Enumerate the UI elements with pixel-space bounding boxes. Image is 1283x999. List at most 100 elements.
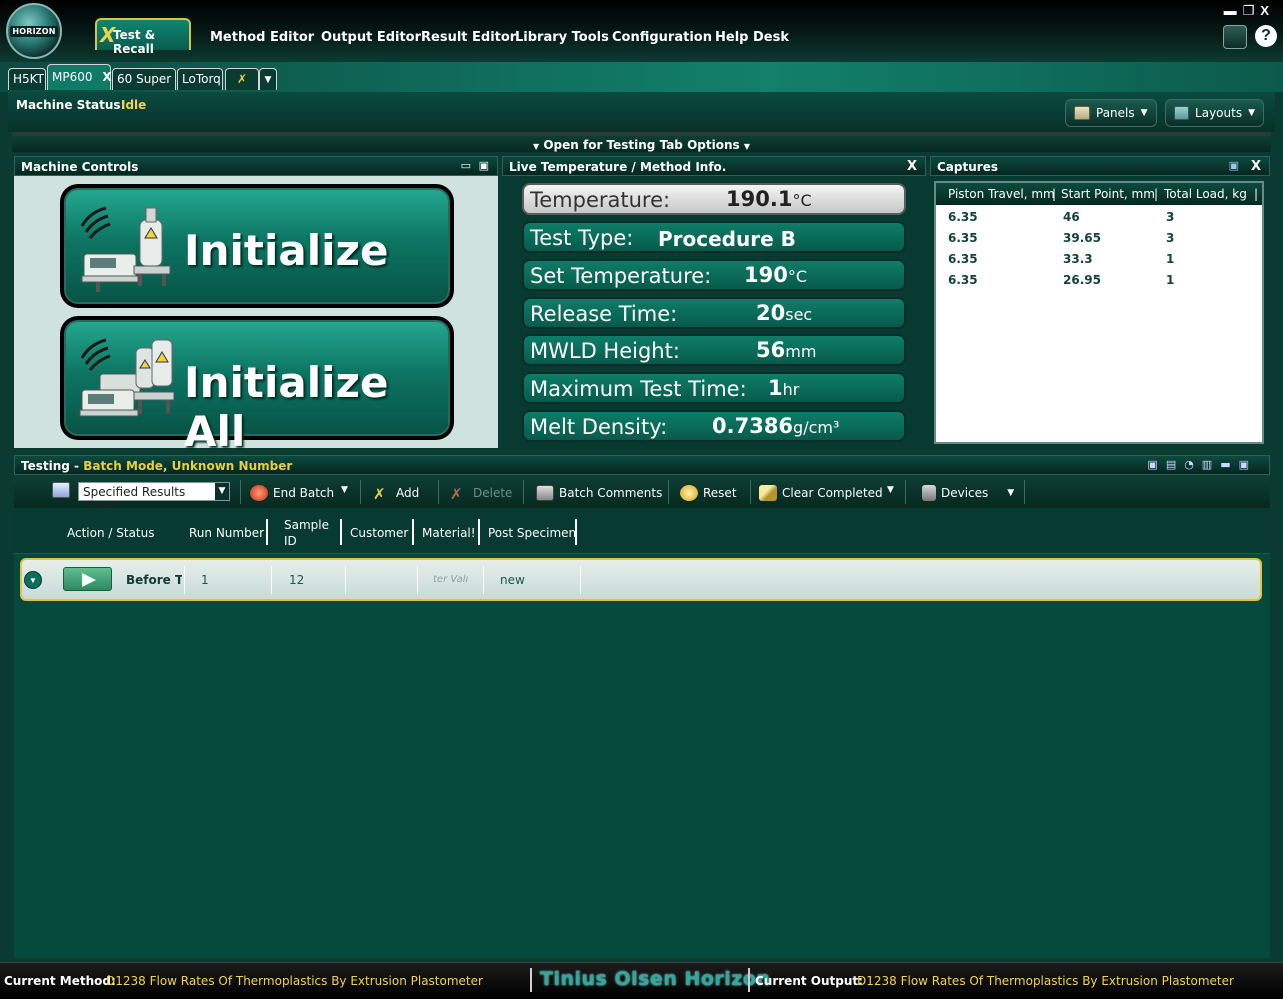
close-panel-icon[interactable]: X xyxy=(1251,159,1261,174)
devices-button[interactable]: Devices ▼ xyxy=(922,485,1014,501)
initialize-button[interactable]: Initialize xyxy=(60,184,454,308)
test-type-row: Test Type: Procedure B xyxy=(522,221,906,253)
export-icon[interactable]: ▣ xyxy=(1229,159,1239,172)
results-filter-select[interactable]: Specified Results Shown ▼ xyxy=(78,482,230,513)
clear-completed-dropdown-icon[interactable]: ▼ xyxy=(887,485,894,495)
testing-panel-icons[interactable]: ▣▤◔▥▬▣ xyxy=(1147,458,1257,471)
clear-completed-button[interactable]: Clear Completed xyxy=(759,485,883,501)
column-header-customer[interactable]: Customer xyxy=(350,526,408,540)
plastometer-machine-icon xyxy=(80,206,171,292)
column-header-action-status[interactable]: Action / Status xyxy=(67,526,155,540)
test-list-area xyxy=(14,554,1270,958)
reset-icon xyxy=(680,485,698,501)
menu-result-editor[interactable]: Result Editor xyxy=(421,30,516,45)
restore-button[interactable]: ❐ xyxy=(1243,3,1261,18)
initialize-all-button[interactable]: Initialize All xyxy=(60,316,454,456)
settings-icon[interactable]: ▣ xyxy=(479,159,489,172)
table-cell: 3 xyxy=(1166,231,1175,245)
close-panel-icon[interactable]: X xyxy=(907,159,917,174)
row-material-placeholder[interactable]: ter Valı xyxy=(433,574,468,585)
results-view-icon[interactable] xyxy=(52,482,70,498)
current-output-label: Current Output: xyxy=(755,974,863,988)
printer-icon[interactable]: ▭ xyxy=(461,159,471,172)
machine-controls-header: Machine Controls ▭ ▣ xyxy=(14,156,498,176)
layouts-icon xyxy=(1174,106,1190,120)
menu-output-editor[interactable]: Output Editor xyxy=(321,30,421,45)
row-post-specimen[interactable]: new xyxy=(500,573,525,587)
mwld-height-row: MWLD Height: 56mm xyxy=(522,334,906,366)
table-cell: 6.35 xyxy=(948,273,978,287)
machine-status-value: Idle xyxy=(121,98,147,112)
tab-lotorq[interactable]: LoTorq xyxy=(177,68,223,90)
table-cell: 46 xyxy=(1063,210,1080,224)
column-header-run-number[interactable]: Run Number xyxy=(189,526,264,540)
chevron-down-icon: ▼ xyxy=(215,483,229,500)
tab-dropdown-chevron-icon[interactable]: ▼ xyxy=(259,68,277,90)
row-status: Before Te xyxy=(126,573,182,587)
expand-row-icon[interactable]: ▼ xyxy=(24,571,42,589)
column-header[interactable]: Piston Travel, mm xyxy=(948,187,1055,201)
current-output-value: D1238 Flow Rates Of Thermoplastics By Ex… xyxy=(857,974,1234,988)
panels-button[interactable]: Panels ▼ xyxy=(1065,99,1157,127)
release-time-row: Release Time: 20sec xyxy=(522,297,906,329)
batch-comments-button[interactable]: Batch Comments xyxy=(536,485,662,501)
close-window-button[interactable]: X xyxy=(1260,3,1275,18)
captures-table: Piston Travel, mm | Start Point, mm | To… xyxy=(934,181,1264,444)
column-header[interactable]: Start Point, mm xyxy=(1061,187,1155,201)
column-header-post-specimen[interactable]: Post Specimen xyxy=(488,526,576,540)
current-method-label: Current Method: xyxy=(4,974,116,988)
horizon-logo[interactable]: HORIZON xyxy=(6,3,62,59)
window-controls: ▬❐X xyxy=(1224,3,1275,19)
testing-tab-options-toggle[interactable]: ▼ Open for Testing Tab Options ▼ xyxy=(12,132,1271,152)
melt-density-row: Melt Density: 0.7386g/cm³ xyxy=(522,410,906,442)
menu-method-editor[interactable]: Method Editor xyxy=(210,30,314,45)
column-header-sample-id[interactable]: Sample xyxy=(284,518,329,532)
tab-close-icon[interactable]: X xyxy=(102,70,111,84)
help-icon[interactable]: ? xyxy=(1255,25,1277,47)
menu-test-recall[interactable]: X Test & Recall xyxy=(95,18,191,56)
live-temperature-header: Live Temperature / Method Info. X xyxy=(502,156,926,176)
tab-h5kt[interactable]: H5KT xyxy=(8,68,46,90)
devices-icon xyxy=(922,485,936,501)
delete-button[interactable]: ✗ Delete xyxy=(450,485,512,503)
table-cell: 1 xyxy=(1166,273,1175,287)
add-button[interactable]: ✗ Add xyxy=(373,485,419,503)
brand-name: Tinius Olsen Horizon xyxy=(540,968,771,990)
row-run-number[interactable]: 1 xyxy=(201,573,209,587)
end-batch-icon xyxy=(250,485,268,501)
current-method-value: D1238 Flow Rates Of Thermoplastics By Ex… xyxy=(106,974,483,988)
play-icon xyxy=(82,573,96,587)
set-temperature-row: Set Temperature: 190°C xyxy=(522,259,906,291)
machine-status-label: Machine Status: xyxy=(16,98,126,112)
multiple-plastometers-icon xyxy=(79,338,175,417)
chevron-down-icon: ▼ xyxy=(743,142,750,151)
start-test-button[interactable] xyxy=(63,567,112,591)
tab-60-super-l[interactable]: 60 Super L xyxy=(112,68,176,90)
table-cell: 6.35 xyxy=(948,252,978,266)
row-sample-id[interactable]: 12 xyxy=(289,573,304,587)
column-header[interactable]: Total Load, kg xyxy=(1164,187,1247,201)
column-header-material[interactable]: Material! xyxy=(422,526,476,540)
delete-icon: ✗ xyxy=(450,485,463,503)
end-batch-button[interactable]: End Batch xyxy=(250,485,334,501)
initialize-all-label: Initialize All xyxy=(184,358,389,456)
minimize-button[interactable]: ▬ xyxy=(1224,3,1243,18)
add-device-tab-icon[interactable]: ✗ xyxy=(225,68,259,90)
reset-button[interactable]: Reset xyxy=(680,485,737,501)
end-batch-dropdown-icon[interactable]: ▼ xyxy=(341,485,348,495)
menu-configuration[interactable]: Configuration xyxy=(612,30,712,45)
test-recall-icon: X xyxy=(100,23,116,47)
chevron-down-icon: ▼ xyxy=(1007,488,1015,498)
captures-header: Captures ▣ X xyxy=(930,156,1270,176)
chevron-down-icon: ▼ xyxy=(1248,108,1255,118)
layouts-button[interactable]: Layouts ▼ xyxy=(1165,99,1264,127)
maximum-test-time-row: Maximum Test Time: 1hr xyxy=(522,372,906,404)
table-cell: 6.35 xyxy=(948,231,978,245)
chevron-down-icon: ▼ xyxy=(1140,108,1148,118)
tab-mp600[interactable]: MP600 X xyxy=(47,64,112,90)
table-cell: 26.95 xyxy=(1063,273,1101,287)
menu-help-desk[interactable]: Help Desk xyxy=(715,30,789,45)
testing-header: Testing - Batch Mode, Unknown Number ▣▤◔… xyxy=(14,455,1270,475)
menu-library-tools[interactable]: Library Tools xyxy=(515,30,609,45)
display-panel-icon[interactable] xyxy=(1223,25,1247,49)
